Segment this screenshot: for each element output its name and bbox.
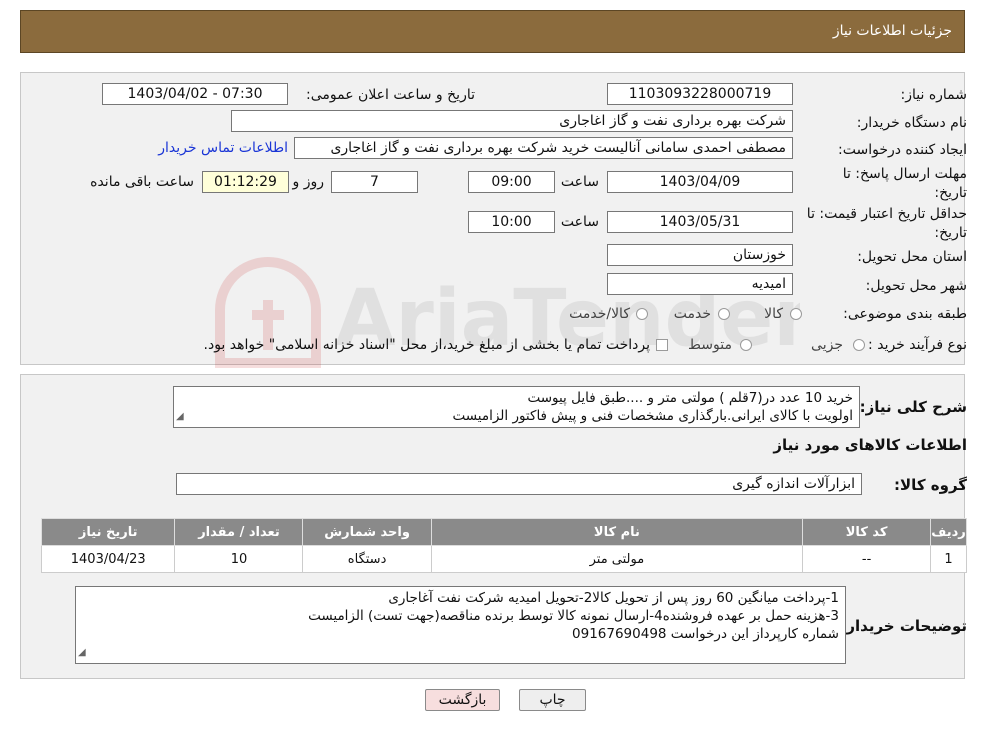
category-label: طبقه بندی موضوعی: [843, 306, 967, 322]
deadline-label: مهلت ارسال پاسخ: تا [842, 166, 967, 182]
resize-grip-icon[interactable]: ◢ [78, 644, 86, 662]
province-label: استان محل تحویل: [857, 249, 967, 265]
deadline-time-field: 09:00 [468, 171, 555, 193]
announce-field: 1403/04/02 - 07:30 [102, 83, 288, 105]
buyer-org-field: شرکت بهره برداری نفت و گاز اغاجاری [231, 110, 793, 132]
announce-label: تاریخ و ساعت اعلان عمومی: [306, 87, 475, 103]
process-note: پرداخت تمام یا بخشی از مبلغ خرید،از محل … [203, 337, 650, 353]
summary-line-1: خرید 10 عدد در(7قلم ) مولتی متر و ....طب… [527, 390, 853, 406]
page-title: جزئیات اطلاعات نیاز [832, 23, 952, 39]
summary-textarea[interactable]: خرید 10 عدد در(7قلم ) مولتی متر و ....طب… [173, 386, 860, 428]
cell-qty: 10 [174, 545, 304, 573]
category-option-goods-service: کالا/خدمت [569, 306, 630, 322]
city-field: امیدیه [607, 273, 793, 295]
goods-table: ردیف کد کالا نام کالا واحد شمارش تعداد /… [40, 518, 967, 573]
category-radio-goods-service[interactable] [636, 308, 648, 320]
print-button[interactable]: چاپ [519, 689, 586, 711]
creator-label: ایجاد کننده درخواست: [838, 142, 967, 158]
goods-table-wrap: ردیف کد کالا نام کالا واحد شمارش تعداد /… [40, 518, 967, 573]
validity-label-date: تاریخ: [934, 225, 967, 241]
buyer-notes-line-3: شماره کارپرداز این درخواست 09167690498 [572, 626, 839, 642]
col-unit: واحد شمارش [302, 518, 432, 546]
cell-name: مولتی متر [430, 545, 804, 573]
page-header: جزئیات اطلاعات نیاز [20, 10, 965, 53]
category-option-service: خدمت [673, 306, 711, 322]
cell-unit: دستگاه [302, 545, 432, 573]
cell-code: -- [802, 545, 932, 573]
validity-time-label: ساعت [560, 214, 599, 230]
col-row: ردیف [930, 518, 967, 546]
remaining-time-field: 01:12:29 [202, 171, 289, 193]
creator-field: مصطفی احمدی سامانی آنالیست خرید شرکت بهر… [294, 137, 793, 159]
treasury-checkbox[interactable] [656, 339, 668, 351]
goods-group-field: ابزارآلات اندازه گیری [176, 473, 862, 495]
process-option-minor: جزیی [811, 337, 843, 353]
col-code: کد کالا [802, 518, 932, 546]
validity-date-field: 1403/05/31 [607, 211, 793, 233]
process-radio-medium[interactable] [740, 339, 752, 351]
process-radio-minor[interactable] [853, 339, 865, 351]
col-qty: تعداد / مقدار [174, 518, 304, 546]
col-date: تاریخ نیاز [40, 518, 176, 546]
category-radio-service[interactable] [718, 308, 730, 320]
cell-date: 1403/04/23 [40, 545, 176, 573]
cell-row: 1 [930, 545, 967, 573]
buyer-notes-line-2: 3-هزینه حمل بر عهده فروشنده4-ارسال نمونه… [308, 608, 839, 624]
remaining-label: ساعت باقی مانده [90, 174, 194, 190]
days-label: روز و [292, 174, 325, 190]
deadline-date-field: 1403/04/09 [607, 171, 793, 193]
buyer-notes-line-1: 1-پرداخت میانگین 60 روز پس از تحویل کالا… [388, 590, 839, 606]
resize-grip-icon[interactable]: ◢ [176, 408, 184, 426]
process-option-medium: متوسط [688, 337, 732, 353]
goods-section-title: اطلاعات کالاهای مورد نیاز [773, 436, 967, 454]
process-label: نوع فرآیند خرید : [868, 337, 967, 353]
need-number-label: شماره نیاز: [900, 87, 968, 103]
validity-label: حداقل تاریخ اعتبار قیمت: تا [806, 206, 967, 222]
province-field: خوزستان [607, 244, 793, 266]
deadline-label-date: تاریخ: [934, 185, 967, 201]
city-label: شهر محل تحویل: [865, 278, 967, 294]
buyer-org-label: نام دستگاه خریدار: [856, 115, 967, 131]
buyer-notes-label: توضیحات خریدار: [840, 617, 967, 635]
goods-group-label: گروه کالا: [894, 476, 967, 494]
table-row[interactable]: 1 -- مولتی متر دستگاه 10 1403/04/23 [40, 545, 967, 573]
summary-label: شرح کلی نیاز: [859, 398, 967, 416]
category-radio-goods[interactable] [790, 308, 802, 320]
days-field: 7 [331, 171, 418, 193]
table-header-row: ردیف کد کالا نام کالا واحد شمارش تعداد /… [40, 518, 967, 546]
deadline-time-label: ساعت [560, 174, 599, 190]
buyer-notes-textarea[interactable]: 1-پرداخت میانگین 60 روز پس از تحویل کالا… [75, 586, 846, 664]
col-name: نام کالا [430, 518, 804, 546]
contact-buyer-link[interactable]: اطلاعات تماس خریدار [158, 140, 288, 156]
validity-time-field: 10:00 [468, 211, 555, 233]
summary-line-2: اولویت با کالای ایرانی.بارگذاری مشخصات ف… [452, 408, 853, 424]
category-option-goods: کالا [764, 306, 783, 322]
back-button[interactable]: بازگشت [425, 689, 500, 711]
need-number-field: 1103093228000719 [607, 83, 793, 105]
